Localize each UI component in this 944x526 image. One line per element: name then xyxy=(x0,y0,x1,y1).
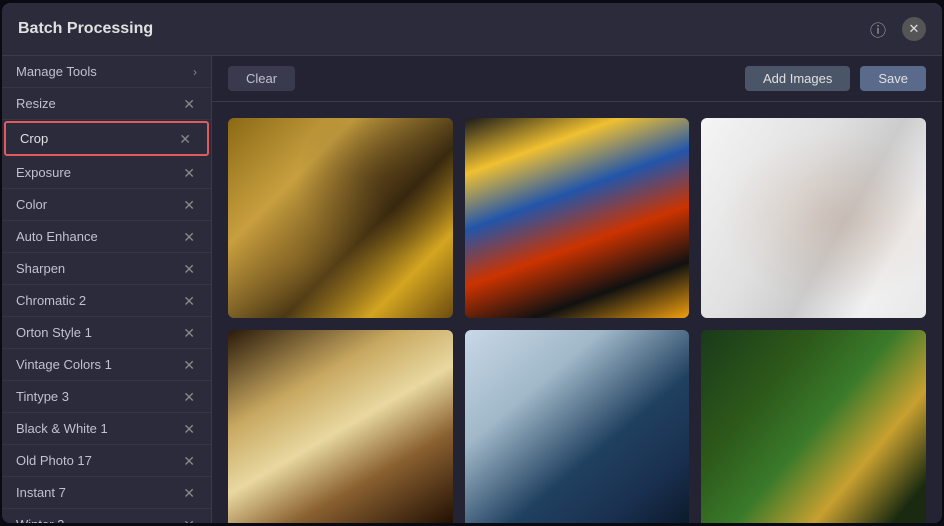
image-thumbnail-1 xyxy=(228,118,453,318)
arrow-right-icon: › xyxy=(193,65,197,79)
sidebar-item-sharpen[interactable]: Sharpen ✕ xyxy=(2,253,211,285)
sidebar-item-tintype-3[interactable]: Tintype 3 ✕ xyxy=(2,381,211,413)
remove-icon: ✕ xyxy=(183,165,195,181)
clear-button[interactable]: Clear xyxy=(228,66,295,91)
sidebar-item-label-chromatic-2: Chromatic 2 xyxy=(16,293,86,308)
sidebar-item-old-photo-17[interactable]: Old Photo 17 ✕ xyxy=(2,445,211,477)
close-button[interactable]: ✕ xyxy=(902,17,926,41)
remove-winter-2-button[interactable]: ✕ xyxy=(181,518,197,524)
modal-body: Manage Tools › Resize ✕ Crop xyxy=(2,56,942,523)
remove-icon: ✕ xyxy=(183,293,195,309)
sidebar-item-label-color: Color xyxy=(16,197,47,212)
image-cell-2[interactable] xyxy=(465,118,690,318)
sidebar-item-label-tintype-3: Tintype 3 xyxy=(16,389,69,404)
remove-resize-button[interactable]: ✕ xyxy=(181,97,197,111)
sidebar-item-auto-enhance[interactable]: Auto Enhance ✕ xyxy=(2,221,211,253)
sidebar-item-label-black-white-1: Black & White 1 xyxy=(16,421,108,436)
sidebar-item-chromatic-2[interactable]: Chromatic 2 ✕ xyxy=(2,285,211,317)
remove-color-button[interactable]: ✕ xyxy=(181,198,197,212)
remove-sharpen-button[interactable]: ✕ xyxy=(181,262,197,276)
image-thumbnail-5 xyxy=(465,330,690,523)
image-cell-5[interactable] xyxy=(465,330,690,523)
sidebar-item-black-white-1[interactable]: Black & White 1 ✕ xyxy=(2,413,211,445)
image-cell-3[interactable] xyxy=(701,118,926,318)
image-thumbnail-6 xyxy=(701,330,926,523)
sidebar-item-color[interactable]: Color ✕ xyxy=(2,189,211,221)
remove-exposure-button[interactable]: ✕ xyxy=(181,166,197,180)
manage-tools-label: Manage Tools xyxy=(16,64,97,79)
batch-processing-modal: Batch Processing ⓘ ✕ Manage Tools › xyxy=(2,3,942,523)
remove-icon: ✕ xyxy=(183,96,195,112)
sidebar-item-crop[interactable]: Crop ✕ xyxy=(4,121,209,156)
sidebar-item-orton-style-1[interactable]: Orton Style 1 ✕ xyxy=(2,317,211,349)
image-cell-1[interactable] xyxy=(228,118,453,318)
sidebar-item-label-orton-style-1: Orton Style 1 xyxy=(16,325,92,340)
sidebar-item-label-sharpen: Sharpen xyxy=(16,261,65,276)
sidebar-item-label-old-photo-17: Old Photo 17 xyxy=(16,453,92,468)
image-grid xyxy=(212,102,942,523)
remove-instant-7-button[interactable]: ✕ xyxy=(181,486,197,500)
image-cell-6[interactable] xyxy=(701,330,926,523)
remove-orton-style-1-button[interactable]: ✕ xyxy=(181,326,197,340)
sidebar-item-instant-7[interactable]: Instant 7 ✕ xyxy=(2,477,211,509)
remove-icon: ✕ xyxy=(183,453,195,469)
modal-header: Batch Processing ⓘ ✕ xyxy=(2,3,942,56)
add-images-button[interactable]: Add Images xyxy=(745,66,850,91)
sidebar-item-label-resize: Resize xyxy=(16,96,56,111)
remove-tintype-3-button[interactable]: ✕ xyxy=(181,390,197,404)
remove-icon: ✕ xyxy=(183,389,195,405)
sidebar-item-label-exposure: Exposure xyxy=(16,165,71,180)
sidebar-item-vintage-colors-1[interactable]: Vintage Colors 1 ✕ xyxy=(2,349,211,381)
remove-icon: ✕ xyxy=(183,357,195,373)
image-thumbnail-4 xyxy=(228,330,453,523)
close-icon: ✕ xyxy=(909,21,920,37)
sidebar-item-label-vintage-colors-1: Vintage Colors 1 xyxy=(16,357,112,372)
remove-crop-button[interactable]: ✕ xyxy=(177,132,193,146)
remove-auto-enhance-button[interactable]: ✕ xyxy=(181,230,197,244)
sidebar-item-label-instant-7: Instant 7 xyxy=(16,485,66,500)
save-button[interactable]: Save xyxy=(860,66,926,91)
remove-black-white-1-button[interactable]: ✕ xyxy=(181,422,197,436)
sidebar-item-winter-2[interactable]: Winter 2 ✕ xyxy=(2,509,211,523)
remove-icon: ✕ xyxy=(183,485,195,501)
modal-overlay: Batch Processing ⓘ ✕ Manage Tools › xyxy=(0,0,944,526)
remove-icon: ✕ xyxy=(183,325,195,341)
sidebar-item-label-crop: Crop xyxy=(20,131,48,146)
remove-icon: ✕ xyxy=(183,421,195,437)
remove-icon: ✕ xyxy=(183,261,195,277)
header-icons: ⓘ ✕ xyxy=(864,15,926,43)
image-thumbnail-3 xyxy=(701,118,926,318)
image-thumbnail-2 xyxy=(465,118,690,318)
modal-title: Batch Processing xyxy=(18,20,153,38)
sidebar-item-manage-tools[interactable]: Manage Tools › xyxy=(2,56,211,88)
remove-vintage-colors-1-button[interactable]: ✕ xyxy=(181,358,197,372)
remove-old-photo-17-button[interactable]: ✕ xyxy=(181,454,197,468)
remove-icon: ✕ xyxy=(183,197,195,213)
sidebar: Manage Tools › Resize ✕ Crop xyxy=(2,56,212,523)
content-area: Clear Add Images Save xyxy=(212,56,942,523)
sidebar-item-exposure[interactable]: Exposure ✕ xyxy=(2,157,211,189)
remove-icon: ✕ xyxy=(183,229,195,245)
image-cell-4[interactable] xyxy=(228,330,453,523)
remove-icon: ✕ xyxy=(179,131,191,147)
remove-chromatic-2-button[interactable]: ✕ xyxy=(181,294,197,308)
info-icon: ⓘ xyxy=(870,17,886,41)
remove-icon: ✕ xyxy=(183,517,195,524)
sidebar-item-label-auto-enhance: Auto Enhance xyxy=(16,229,98,244)
sidebar-item-resize[interactable]: Resize ✕ xyxy=(2,88,211,120)
sidebar-item-label-winter-2: Winter 2 xyxy=(16,517,64,523)
info-button[interactable]: ⓘ xyxy=(864,15,892,43)
toolbar: Clear Add Images Save xyxy=(212,56,942,102)
